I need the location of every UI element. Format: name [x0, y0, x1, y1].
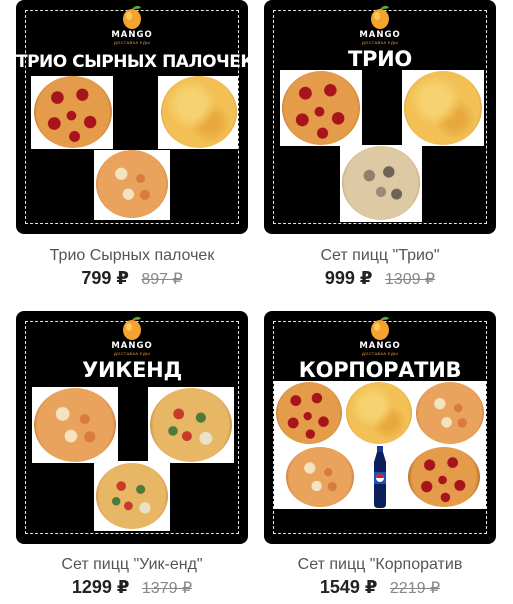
pizza-photo: [96, 150, 168, 218]
current-price: 999 ₽: [324, 268, 373, 288]
logo-subtitle: ДОСТАВКА ЕДЫ: [113, 40, 151, 45]
pizza-photo: [286, 447, 354, 507]
current-price: 1549 ₽: [319, 577, 378, 597]
product-image[interactable]: MANGO ДОСТАВКА ЕДЫ ТРИО СЫРНЫХ ПАЛОЧЕК: [16, 0, 248, 234]
pizza-photo: [34, 388, 116, 462]
banner-title: КОРПОРАТИВ: [298, 358, 462, 382]
product-name[interactable]: Сет пицц "Корпоратив: [264, 556, 496, 574]
product-image[interactable]: MANGO ДОСТАВКА ЕДЫ УИКЕНД: [16, 311, 248, 544]
mango-logo: MANGO ДОСТАВКА ЕДЫ: [102, 4, 162, 45]
pizza-photo: [161, 76, 237, 148]
pizza-photo: [346, 382, 412, 444]
mango-logo-icon: [371, 5, 389, 29]
old-price: 1379 ₽: [141, 580, 193, 597]
pizza-photo: [34, 76, 112, 148]
mango-logo-icon: [371, 316, 389, 340]
current-price: 1299 ₽: [71, 577, 130, 597]
pizza-photo: [150, 388, 232, 462]
pizza-photo: [282, 71, 360, 145]
pepsi-bottle-photo: [374, 446, 386, 508]
old-price: 1309 ₽: [384, 271, 436, 288]
mango-logo-icon: [123, 5, 141, 29]
banner-title: УИКЕНД: [82, 358, 182, 382]
product-prices: 799 ₽ 897 ₽: [16, 268, 248, 290]
mango-logo-icon: [123, 316, 141, 340]
logo-subtitle: ДОСТАВКА ЕДЫ: [361, 351, 399, 356]
product-card-corporate[interactable]: MANGO ДОСТАВКА ЕДЫ КОРПОРАТИВ Сет пицц "…: [264, 311, 496, 597]
logo-subtitle: ДОСТАВКА ЕДЫ: [113, 351, 151, 356]
product-grid: MANGO ДОСТАВКА ЕДЫ ТРИО СЫРНЫХ ПАЛОЧЕК Т…: [0, 0, 513, 604]
product-name[interactable]: Сет пицц "Трио": [264, 247, 496, 265]
old-price: 897 ₽: [141, 271, 183, 288]
pizza-photo: [276, 382, 342, 444]
product-prices: 999 ₽ 1309 ₽: [264, 268, 496, 290]
banner-title: ТРИО СЫРНЫХ ПАЛОЧЕК: [16, 52, 248, 72]
logo-name: MANGO: [111, 341, 153, 351]
product-card-trio[interactable]: MANGO ДОСТАВКА ЕДЫ ТРИО Сет пицц "Трио" …: [264, 0, 496, 288]
product-card-trio-cheese-sticks[interactable]: MANGO ДОСТАВКА ЕДЫ ТРИО СЫРНЫХ ПАЛОЧЕК Т…: [16, 0, 248, 288]
product-prices: 1549 ₽ 2219 ₽: [264, 577, 496, 599]
pizza-photo: [408, 447, 480, 507]
mango-logo: MANGO ДОСТАВКА ЕДЫ: [350, 4, 410, 45]
logo-name: MANGO: [359, 30, 401, 40]
logo-name: MANGO: [111, 30, 153, 40]
current-price: 799 ₽: [81, 268, 129, 288]
old-price: 2219 ₽: [389, 580, 441, 597]
product-name[interactable]: Сет пицц "Уик-енд": [16, 556, 248, 574]
mango-logo: MANGO ДОСТАВКА ЕДЫ: [102, 315, 162, 356]
product-prices: 1299 ₽ 1379 ₽: [16, 577, 248, 599]
pizza-photo: [416, 382, 484, 444]
logo-name: MANGO: [359, 341, 401, 351]
pizza-photo: [96, 463, 168, 529]
product-image[interactable]: MANGO ДОСТАВКА ЕДЫ КОРПОРАТИВ: [264, 311, 496, 544]
banner-title: ТРИО: [348, 47, 412, 71]
product-image[interactable]: MANGO ДОСТАВКА ЕДЫ ТРИО: [264, 0, 496, 234]
product-name[interactable]: Трио Сырных палочек: [16, 247, 248, 265]
product-card-weekend[interactable]: MANGO ДОСТАВКА ЕДЫ УИКЕНД Сет пицц "Уик-…: [16, 311, 248, 597]
pizza-photo: [404, 71, 482, 145]
mango-logo: MANGO ДОСТАВКА ЕДЫ: [350, 315, 410, 356]
pizza-photo: [342, 146, 420, 220]
logo-subtitle: ДОСТАВКА ЕДЫ: [361, 40, 399, 45]
